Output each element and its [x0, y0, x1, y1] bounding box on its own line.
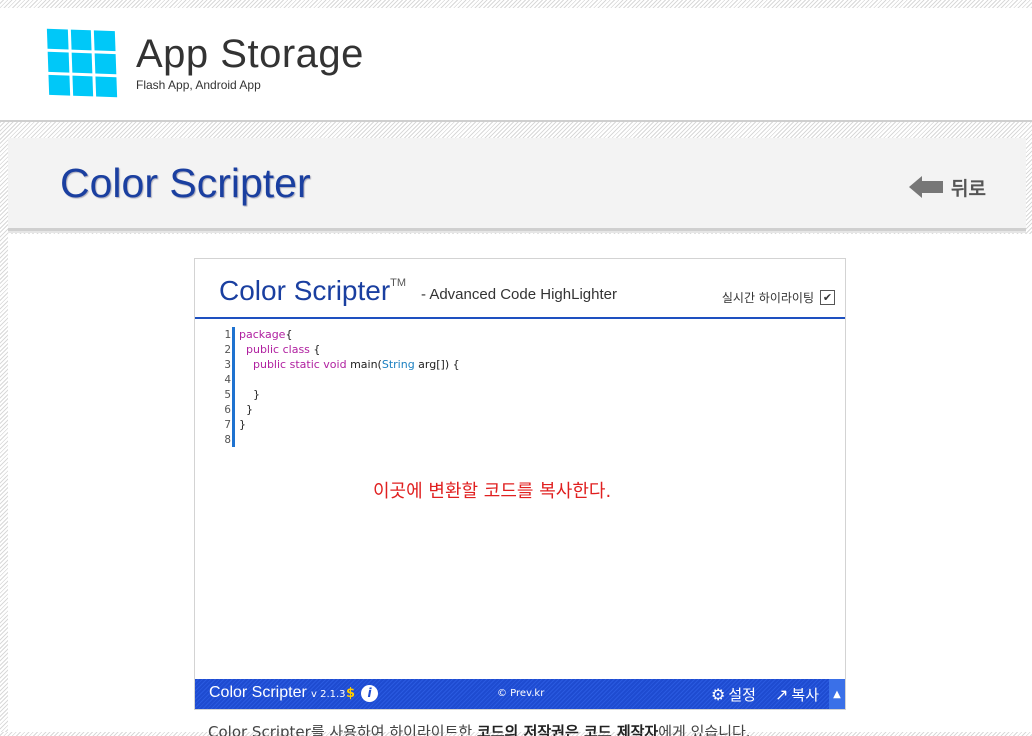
code-editor[interactable]: 1 2 3 4 5 6 7 8 package{ public class { … [215, 327, 815, 502]
donate-icon[interactable]: $ [346, 686, 355, 701]
footer-name: Color Scripter [209, 684, 307, 701]
code-line: } [239, 418, 246, 431]
code-lines: package{ public class { public static vo… [239, 327, 460, 447]
gear-icon: ⚙ [711, 685, 726, 704]
line-number: 5 [224, 388, 231, 401]
content-area: Color ScripterTM - Advanced Code HighLig… [8, 234, 1032, 736]
line-number: 4 [224, 373, 231, 386]
widget-footer: Color Scripter v 2.1.3 $ i © Prev.kr ⚙ 설… [195, 679, 845, 709]
widget-logo: Color ScripterTM [219, 275, 406, 307]
title-bar: Color Scripter 뒤로 [8, 138, 1026, 231]
app-header: App Storage Flash App, Android App [0, 8, 1032, 122]
settings-label: 설정 [728, 686, 756, 704]
back-button[interactable]: 뒤로 [909, 172, 986, 202]
scroll-up-button[interactable]: ▲ [829, 679, 845, 709]
logo[interactable] [46, 28, 118, 98]
code-line: package{ [239, 328, 293, 341]
info-icon[interactable]: i [361, 685, 378, 702]
footer-version: v 2.1.3 [311, 689, 346, 700]
note-suffix: 에게 있습니다. [658, 723, 751, 736]
gutter-bar [232, 327, 235, 447]
line-number: 2 [224, 343, 231, 356]
copy-label: 복사 [791, 686, 820, 704]
trademark: TM [390, 277, 407, 289]
note-bold: 코드의 저작권은 코드 제작자 [476, 723, 659, 736]
line-number: 7 [224, 418, 231, 431]
line-number: 1 [224, 328, 231, 341]
settings-button[interactable]: ⚙ 설정 [711, 684, 756, 705]
line-number: 6 [224, 403, 231, 416]
line-number: 3 [224, 358, 231, 371]
arrow-left-icon [909, 176, 944, 198]
app-subtitle: Flash App, Android App [136, 78, 261, 92]
realtime-checkbox[interactable]: ✔ [820, 290, 835, 305]
page-title: Color Scripter [60, 160, 311, 206]
windows-tiles-icon [46, 28, 118, 98]
line-numbers: 1 2 3 4 5 6 7 8 [215, 327, 231, 447]
widget-logo-text: Color Scripter [219, 275, 391, 306]
realtime-label: 실시간 하이라이팅 [721, 291, 814, 305]
copyright-note: Color Scripter를 사용하여 하이라이트한 코드의 저작권은 코드 … [208, 722, 848, 736]
widget-tagline: - Advanced Code HighLighter [421, 286, 617, 303]
app-title[interactable]: App Storage [136, 32, 364, 77]
code-line: public static void main(String arg[]) { [253, 358, 460, 371]
realtime-toggle[interactable]: 실시간 하이라이팅 ✔ [722, 289, 835, 306]
code-line: } [239, 403, 253, 416]
line-number: 8 [224, 433, 231, 446]
paste-hint: 이곳에 변환할 코드를 복사한다. [373, 481, 612, 502]
color-scripter-widget: Color ScripterTM - Advanced Code HighLig… [194, 258, 846, 710]
code-line: public class { [246, 343, 321, 356]
note-prefix: Color Scripter를 사용하여 하이라이트한 [208, 723, 473, 736]
copy-button[interactable]: ↗ 복사 [775, 684, 819, 705]
widget-header: Color ScripterTM - Advanced Code HighLig… [195, 259, 845, 319]
footer-copyright[interactable]: © Prev.kr [497, 688, 544, 699]
code-line: } [239, 388, 260, 401]
back-label: 뒤로 [951, 177, 986, 200]
arrow-up-right-icon: ↗ [775, 685, 789, 704]
